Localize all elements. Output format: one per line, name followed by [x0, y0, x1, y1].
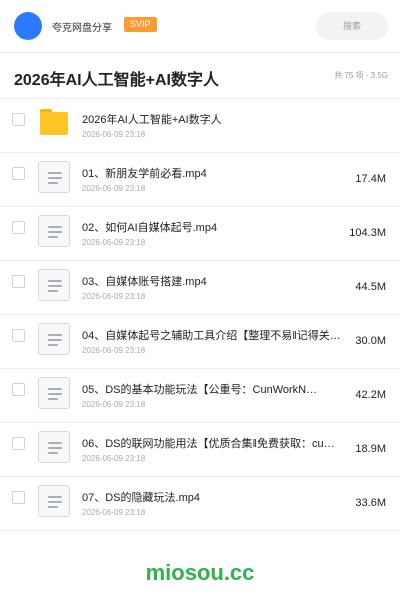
item-date: 2026-06-09 23:18 [82, 400, 146, 409]
item-date: 2026-06-09 23:18 [82, 346, 146, 355]
document-icon [38, 485, 70, 517]
item-size: 44.5M [355, 281, 386, 293]
item-size: 33.6M [355, 497, 386, 509]
app-header: 夸克网盘分享 SVIP 搜索 [0, 0, 400, 52]
document-icon [38, 377, 70, 409]
list-item[interactable]: 2026年AI人工智能+AI数字人 2026-06-09 23:18 [0, 98, 400, 152]
list-item[interactable]: 01、新朋友学前必看.mp4 2026-06-09 23:18 17.4M [0, 152, 400, 206]
item-name: 07、DS的隐藏玩法.mp4 [82, 492, 200, 504]
row-divider [0, 530, 400, 531]
list-item[interactable]: 07、DS的隐藏玩法.mp4 2026-06-09 23:18 33.6M [0, 476, 400, 530]
search-button[interactable]: 搜索 [316, 12, 388, 40]
select-checkbox[interactable] [12, 383, 25, 396]
item-name: 06、DS的联网功能用法【优质合集‖免费获取：cu… [82, 438, 335, 450]
svip-badge: SVIP [124, 17, 157, 32]
item-name: 05、DS的基本功能玩法【公重号：CunWorkN… [82, 384, 318, 396]
list-item[interactable]: 06、DS的联网功能用法【优质合集‖免费获取：cu… 2026-06-09 23… [0, 422, 400, 476]
item-name: 04、自媒体起号之辅助工具介绍【整理不易‖记得关注… [82, 330, 344, 342]
item-name: 2026年AI人工智能+AI数字人 [82, 114, 222, 126]
item-size: 104.3M [349, 227, 386, 239]
document-icon [38, 323, 70, 355]
folder-icon [38, 107, 70, 139]
avatar[interactable] [14, 12, 42, 40]
list-item[interactable]: 05、DS的基本功能玩法【公重号：CunWorkN… 2026-06-09 23… [0, 368, 400, 422]
list-item[interactable]: 03、自媒体账号搭建.mp4 2026-06-09 23:18 44.5M [0, 260, 400, 314]
list-item[interactable]: 04、自媒体起号之辅助工具介绍【整理不易‖记得关注… 2026-06-09 23… [0, 314, 400, 368]
item-size: 17.4M [355, 173, 386, 185]
item-date: 2026-06-09 23:18 [82, 238, 146, 247]
item-name: 03、自媒体账号搭建.mp4 [82, 276, 207, 288]
select-checkbox[interactable] [12, 221, 25, 234]
list-item[interactable]: 02、如何AI自媒体起号.mp4 2026-06-09 23:18 104.3M [0, 206, 400, 260]
document-icon [38, 431, 70, 463]
item-size: 18.9M [355, 443, 386, 455]
item-date: 2026-06-09 23:18 [82, 508, 146, 517]
item-name: 02、如何AI自媒体起号.mp4 [82, 222, 218, 234]
page-title: 2026年AI人工智能+AI数字人 [14, 72, 219, 89]
select-checkbox[interactable] [12, 167, 25, 180]
select-checkbox[interactable] [12, 113, 25, 126]
select-checkbox[interactable] [12, 491, 25, 504]
document-icon [38, 161, 70, 193]
site-watermark: miosou.cc [145, 560, 255, 585]
select-checkbox[interactable] [12, 275, 25, 288]
select-checkbox[interactable] [12, 329, 25, 342]
document-icon [38, 269, 70, 301]
item-date: 2026-06-09 23:18 [82, 454, 146, 463]
select-checkbox[interactable] [12, 437, 25, 450]
item-date: 2026-06-09 23:18 [82, 184, 146, 193]
item-size: 30.0M [355, 335, 386, 347]
item-name: 01、新朋友学前必看.mp4 [82, 168, 207, 180]
item-date: 2026-06-09 23:18 [82, 292, 146, 301]
item-size: 42.2M [355, 389, 386, 401]
username: 夸克网盘分享 [52, 23, 112, 34]
folder-meta: 共 75 项 · 3.5G [334, 71, 388, 80]
folder-header: 2026年AI人工智能+AI数字人 共 75 项 · 3.5G [0, 52, 400, 98]
document-icon [38, 215, 70, 247]
item-date: 2026-06-09 23:18 [82, 130, 146, 139]
